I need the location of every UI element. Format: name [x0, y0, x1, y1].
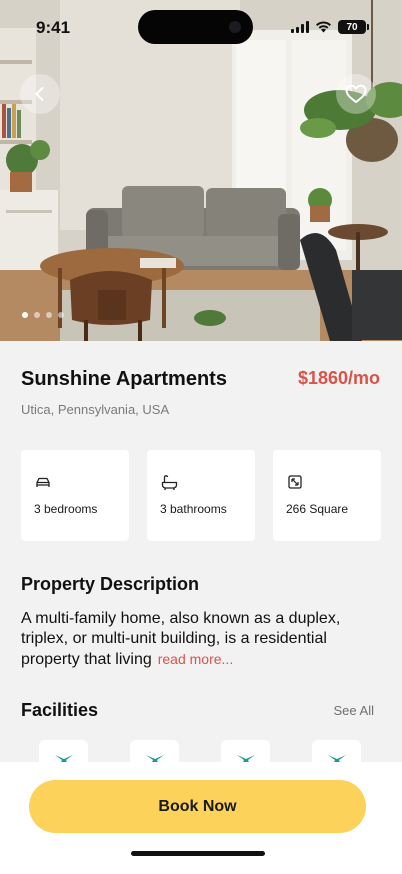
carousel-dot[interactable]: [22, 312, 28, 318]
status-bar: 9:41 70: [0, 0, 402, 56]
read-more-link[interactable]: read more...: [158, 651, 233, 667]
description-title: Property Description: [21, 574, 200, 594]
facilities-title: Facilities: [21, 700, 99, 720]
area-icon: [288, 475, 302, 489]
feature-label: 3 bathrooms: [160, 502, 227, 516]
camera-icon: [229, 21, 241, 33]
feature-label: 3 bedrooms: [34, 502, 98, 516]
see-all-link[interactable]: See All: [334, 703, 374, 718]
feature-card-area: 266 Square: [273, 450, 381, 541]
dynamic-island: [138, 10, 253, 44]
carousel-indicator[interactable]: [22, 312, 64, 318]
back-button[interactable]: [20, 74, 60, 114]
carousel-dot[interactable]: [34, 312, 40, 318]
feature-card-bathrooms: 3 bathrooms: [147, 450, 255, 541]
cellular-signal-icon: [291, 21, 309, 33]
carousel-dot[interactable]: [58, 312, 64, 318]
chevron-left-icon: [35, 87, 44, 101]
battery-icon: 70: [338, 20, 369, 34]
feature-card-bedrooms: 3 bedrooms: [21, 450, 129, 541]
feature-label: 266 Square: [286, 502, 349, 516]
book-now-button[interactable]: Book Now: [29, 780, 366, 833]
property-photo[interactable]: 9:41 70: [0, 0, 402, 341]
heart-icon: [345, 84, 367, 103]
favorite-button[interactable]: [336, 74, 376, 114]
description-text: A multi-family home, also known as a dup…: [21, 609, 366, 670]
home-indicator[interactable]: [131, 851, 265, 856]
battery-level: 70: [346, 21, 358, 33]
bed-icon: [36, 477, 50, 488]
bathtub-icon: [161, 475, 178, 491]
status-time: 9:41: [36, 18, 71, 37]
property-price: $1860/mo: [297, 368, 380, 388]
property-location: Utica, Pennsylvania, USA: [21, 402, 170, 417]
status-icons: 70: [291, 20, 369, 34]
property-title: Sunshine Apartments: [21, 368, 227, 390]
wifi-icon: [316, 21, 331, 33]
carousel-dot[interactable]: [46, 312, 52, 318]
